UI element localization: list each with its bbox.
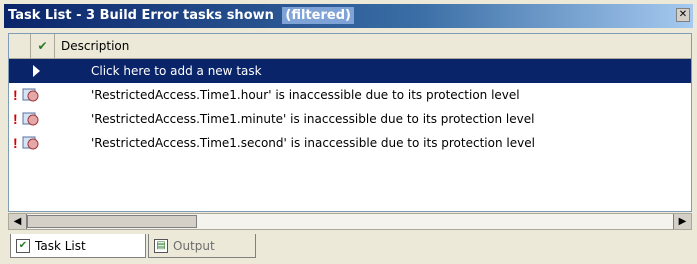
error-task-icon: ! — [13, 135, 39, 151]
column-header-description[interactable]: Description — [55, 34, 691, 58]
column-header-check[interactable]: ✔ — [31, 34, 55, 58]
horizontal-scrollbar[interactable]: ◀ ▶ — [8, 213, 692, 230]
task-description: 'RestrictedAccess.Time1.second' is inacc… — [91, 136, 535, 150]
task-row[interactable]: ! 'RestrictedAccess.Time1.minute' is ina… — [9, 107, 691, 131]
filtered-label: (filtered) — [282, 7, 354, 24]
task-list-panel: Task List - 3 Build Error tasks shown (f… — [0, 0, 697, 264]
new-row-arrow-icon — [33, 65, 40, 77]
task-row[interactable]: ! 'RestrictedAccess.Time1.hour' is inacc… — [9, 83, 691, 107]
svg-text:!: ! — [13, 87, 18, 103]
task-description: 'RestrictedAccess.Time1.minute' is inacc… — [91, 112, 535, 126]
close-icon[interactable]: ✕ — [676, 8, 690, 22]
window-title: Task List - 3 Build Error tasks shown — [8, 8, 274, 23]
task-list-icon: ✔ — [16, 239, 30, 253]
svg-text:!: ! — [13, 111, 18, 127]
task-row[interactable]: ! 'RestrictedAccess.Time1.second' is ina… — [9, 131, 691, 155]
bottom-tab-strip: ✔ Task List ▤ Output — [8, 232, 692, 260]
tab-label: Task List — [35, 239, 86, 253]
error-task-icon: ! — [13, 111, 39, 127]
task-grid[interactable]: ✔ Description Click here to add a new ta… — [8, 33, 692, 212]
error-task-icon: ! — [13, 87, 39, 103]
task-description: 'RestrictedAccess.Time1.hour' is inacces… — [91, 88, 520, 102]
column-header-icon[interactable] — [9, 34, 31, 58]
new-task-row[interactable]: Click here to add a new task — [9, 59, 691, 83]
output-icon: ▤ — [154, 239, 168, 253]
svg-text:!: ! — [13, 135, 18, 151]
tab-output[interactable]: ▤ Output — [148, 234, 256, 258]
tab-task-list[interactable]: ✔ Task List — [10, 234, 146, 258]
scroll-thumb[interactable] — [27, 215, 197, 228]
title-bar: Task List - 3 Build Error tasks shown (f… — [4, 4, 693, 28]
column-header-row: ✔ Description — [9, 34, 691, 59]
scroll-right-icon[interactable]: ▶ — [673, 214, 691, 229]
scroll-left-icon[interactable]: ◀ — [9, 214, 27, 229]
new-task-label: Click here to add a new task — [91, 64, 262, 78]
tab-label: Output — [173, 239, 215, 253]
